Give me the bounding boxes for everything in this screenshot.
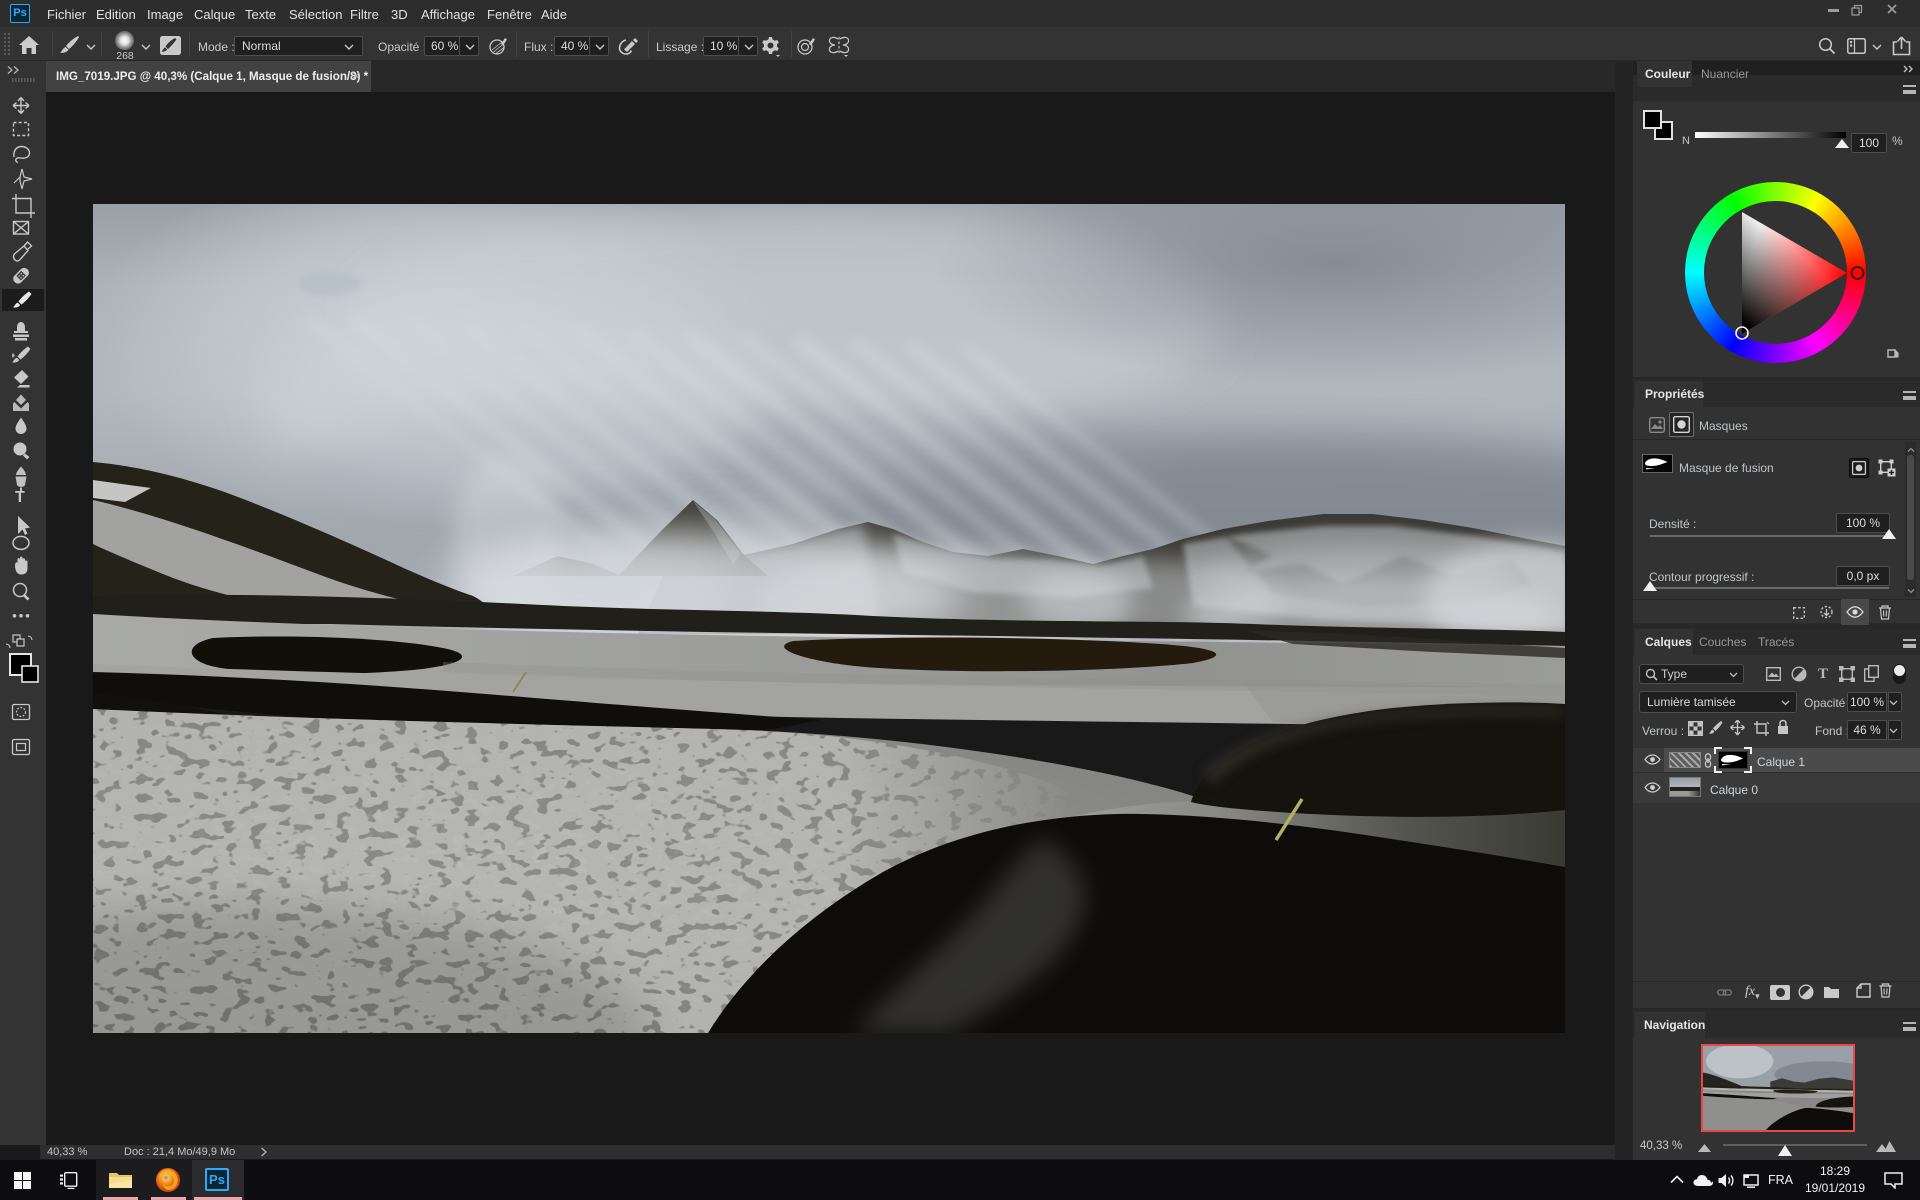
svg-text:T: T <box>15 489 25 506</box>
